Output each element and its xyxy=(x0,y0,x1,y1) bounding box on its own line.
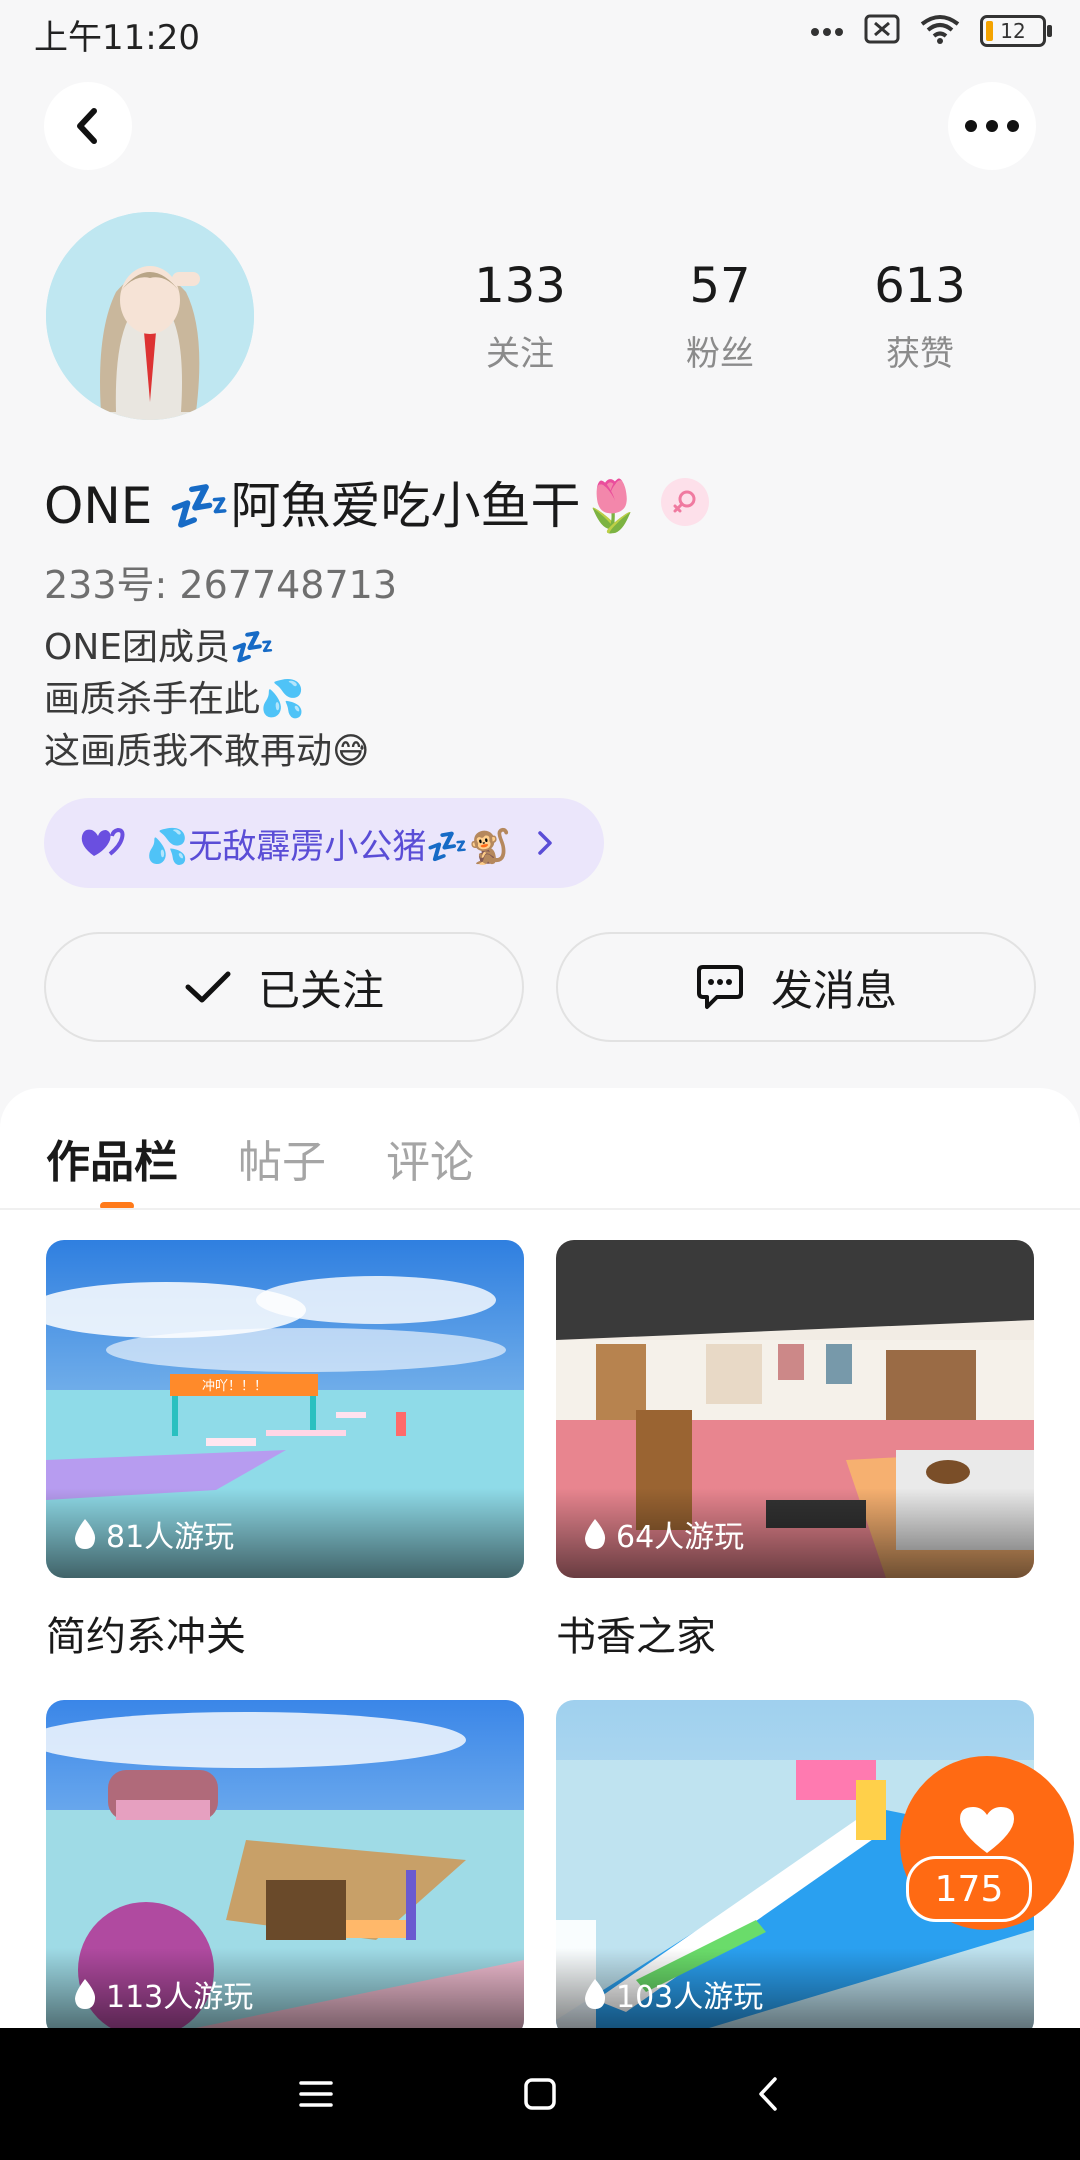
heart-icon xyxy=(960,1807,1014,1853)
stat-following[interactable]: 133 关注 xyxy=(420,258,620,375)
username-text: ONE 💤阿魚爱吃小鱼干🌷 xyxy=(44,477,643,535)
flame-icon xyxy=(75,1519,96,1549)
send-message-button[interactable]: 发消息 xyxy=(556,932,1036,1042)
stat-likes[interactable]: 613 获赞 xyxy=(820,258,1020,375)
back-button[interactable] xyxy=(44,82,132,170)
wifi-icon xyxy=(920,14,960,48)
system-back-button[interactable] xyxy=(742,2068,794,2120)
chevron-right-icon xyxy=(538,831,552,855)
game-thumbnail: 64人游玩 xyxy=(556,1240,1034,1578)
linked-hearts-icon xyxy=(81,827,125,856)
status-bar: 上午11:20 12 xyxy=(0,0,1080,70)
flame-icon xyxy=(585,1519,606,1549)
bio-line: 这画质我不敢再动😅 xyxy=(44,731,370,772)
following-button[interactable]: 已关注 xyxy=(44,932,524,1042)
following-label: 已关注 xyxy=(257,965,384,1015)
game-title: 简约系冲关 xyxy=(46,1614,246,1660)
stat-followers[interactable]: 57 粉丝 xyxy=(620,258,820,375)
back-arrow-icon xyxy=(77,108,97,144)
family-group-pill[interactable]: 💦无敌霹雳小公猪💤🐒 xyxy=(44,798,604,888)
game-thumbnail: 113人游玩 xyxy=(46,1700,524,2038)
stat-number: 133 xyxy=(474,258,566,314)
check-icon xyxy=(185,971,231,1003)
system-nav-bar xyxy=(0,2028,1080,2160)
play-count: 64人游玩 xyxy=(582,1512,744,1556)
game-sign: 冲吖！！！ xyxy=(202,1379,267,1394)
menu-button[interactable] xyxy=(290,2068,342,2120)
flame-icon xyxy=(585,1979,606,2009)
sim-off-icon xyxy=(864,14,900,48)
username: ONE 💤阿魚爱吃小鱼干🌷 xyxy=(44,466,709,538)
tabs-divider xyxy=(0,1208,1080,1210)
like-count: 175 xyxy=(906,1856,1032,1922)
tab-works[interactable]: 作品栏 xyxy=(46,1126,178,1210)
user-id: 233号: 267748713 xyxy=(44,563,398,607)
game-title: 书香之家 xyxy=(556,1614,716,1660)
stat-label: 粉丝 xyxy=(686,334,754,374)
home-button[interactable] xyxy=(514,2068,566,2120)
play-count: 113人游玩 xyxy=(72,1972,253,2016)
female-gender-icon xyxy=(660,478,709,526)
home-square-icon xyxy=(524,2078,556,2110)
stat-label: 关注 xyxy=(486,334,554,374)
battery-icon: 12 xyxy=(980,15,1052,47)
flame-icon xyxy=(75,1979,96,2009)
tab-comments[interactable]: 评论 xyxy=(386,1126,474,1190)
stat-number: 613 xyxy=(874,258,966,314)
works-panel: 作品栏 帖子 评论 冲吖！！！ 81人游玩 简约系冲关 64人游玩 书香之家 1… xyxy=(0,1088,1080,2078)
more-icon xyxy=(965,120,1019,132)
game-thumbnail: 冲吖！！！ 81人游玩 xyxy=(46,1240,524,1578)
avatar[interactable] xyxy=(46,212,254,420)
bio-line: ONE团成员💤 xyxy=(44,627,275,668)
tab-posts[interactable]: 帖子 xyxy=(238,1126,326,1190)
menu-icon xyxy=(299,2081,333,2107)
status-time: 上午11:20 xyxy=(34,18,200,58)
stat-label: 获赞 xyxy=(886,334,954,374)
game-card[interactable]: 113人游玩 xyxy=(46,1700,524,2038)
family-name: 💦无敌霹雳小公猪💤🐒 xyxy=(146,826,512,867)
play-count: 103人游玩 xyxy=(582,1972,763,2016)
stat-number: 57 xyxy=(689,258,751,314)
chat-bubble-icon xyxy=(696,965,743,1009)
content-tabs: 作品栏 帖子 评论 xyxy=(46,1126,474,1210)
play-count: 81人游玩 xyxy=(72,1512,234,1556)
bio-line: 画质杀手在此💦 xyxy=(44,679,305,720)
profile-stats: 133 关注 57 粉丝 613 获赞 xyxy=(420,258,1020,375)
game-card[interactable]: 64人游玩 书香之家 xyxy=(556,1240,1034,1662)
back-chevron-icon xyxy=(759,2077,777,2111)
more-options-button[interactable] xyxy=(948,82,1036,170)
message-label: 发消息 xyxy=(770,965,897,1015)
bio: ONE团成员💤 画质杀手在此💦 这画质我不敢再动😅 xyxy=(44,622,370,778)
battery-level: 12 xyxy=(1000,19,1026,43)
more-dots-icon xyxy=(810,22,844,41)
game-card[interactable]: 冲吖！！！ 81人游玩 简约系冲关 xyxy=(46,1240,524,1662)
